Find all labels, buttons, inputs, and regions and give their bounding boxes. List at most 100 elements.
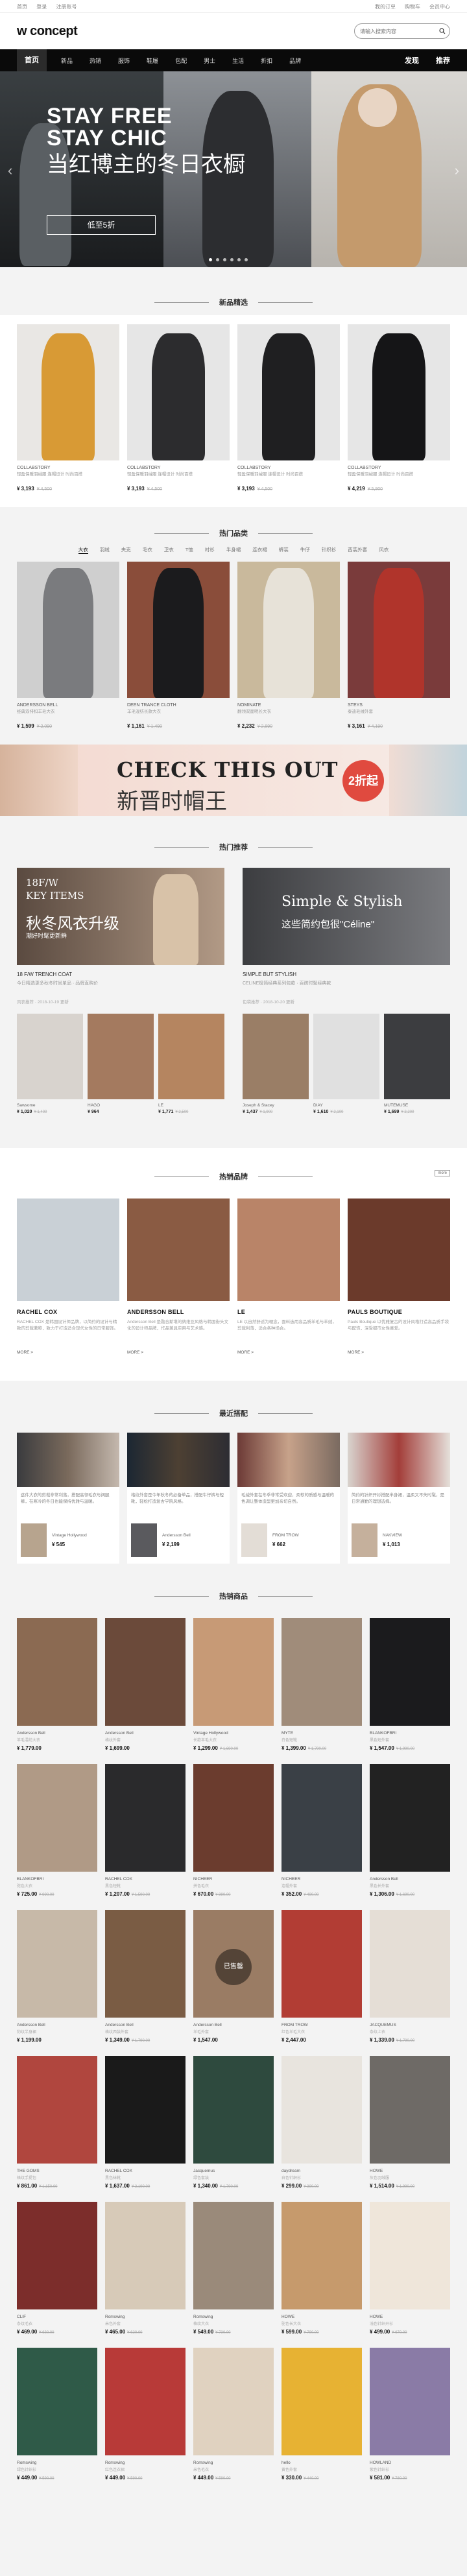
carousel-dot[interactable]: [223, 258, 226, 261]
cart-link[interactable]: 购物车: [405, 3, 420, 10]
product-image[interactable]: [105, 2056, 186, 2164]
mini-product[interactable]: MUTEMUSE ¥ 1,699 ¥ 2,200: [384, 1014, 450, 1114]
mini-product[interactable]: HAGO ¥ 964: [88, 1014, 154, 1114]
mini-product[interactable]: LE ¥ 1,771 ¥ 2,500: [158, 1014, 224, 1114]
product-card[interactable]: Jacquemus 绿色套装 ¥ 1,340.00 ¥ 1,790.00: [193, 2056, 274, 2189]
tab-category[interactable]: 夹克: [121, 546, 131, 554]
hero-carousel[interactable]: STAY FREE STAY CHIC 当红博主的冬日衣橱 低至5折 ‹ ›: [0, 71, 467, 267]
product-card[interactable]: Romswing 红色连衣裙 ¥ 449.00 ¥ 590.00: [105, 2348, 186, 2481]
product-image[interactable]: [193, 1764, 274, 1872]
brand-card[interactable]: ANDERSSON BELL Andersson Bell 是融合斯堪的纳维亚风格…: [127, 1199, 230, 1355]
product-card[interactable]: DEEN TRANCE CLOTH 羊毛混纺长款大衣 ¥ 1,161 ¥ 1,49…: [127, 562, 230, 729]
brand-card[interactable]: PAULS BOUTIQUE Pauls Boutique 以优雅复古的设计风格打…: [348, 1199, 450, 1355]
product-image[interactable]: [193, 1618, 274, 1726]
nav-home[interactable]: 首页: [17, 49, 47, 71]
product-card[interactable]: Andersson Bell 黑色长外套 ¥ 1,306.00 ¥ 1,690.00: [370, 1764, 450, 1897]
search-icon[interactable]: [439, 28, 446, 34]
product-image[interactable]: [193, 2202, 274, 2309]
product-image[interactable]: [105, 1910, 186, 2018]
product-image[interactable]: [105, 2202, 186, 2309]
login-link[interactable]: 登录: [36, 4, 47, 10]
nav-life[interactable]: 生活: [232, 56, 244, 65]
nav-recommend[interactable]: 推荐: [436, 55, 450, 66]
tab-category[interactable]: 卫衣: [164, 546, 174, 554]
blog-card[interactable]: 这件大衣的剪裁非常利落，搭配高领毛衣与阔腿裤，在寒冷的冬日也能保持优雅与温暖。 V…: [17, 1433, 119, 1564]
product-image[interactable]: [281, 2202, 362, 2309]
blog-card[interactable]: 毛绒外套在冬季非常受欢迎，柔软的质感与温暖的色调让整体造型更加亲切自然。 FROM…: [237, 1433, 340, 1564]
nav-sale[interactable]: 折扣: [261, 56, 272, 65]
tab-category[interactable]: 连衣裙: [252, 546, 267, 554]
product-card[interactable]: Vintage Hollywood 长款羊毛大衣 ¥ 1,299.00 ¥ 1,690…: [193, 1618, 274, 1751]
product-card[interactable]: MYTE 白色短靴 ¥ 1,399.00 ¥ 1,790.00: [281, 1618, 362, 1751]
tab-category[interactable]: 羽绒: [100, 546, 110, 554]
carousel-dot[interactable]: [237, 258, 241, 261]
nav-shoes[interactable]: 鞋履: [147, 56, 158, 65]
nav-new[interactable]: 新品: [61, 56, 73, 65]
product-image[interactable]: 已售罄: [193, 1910, 274, 2018]
product-image[interactable]: [17, 2056, 97, 2164]
nav-men[interactable]: 男士: [204, 56, 215, 65]
search-input[interactable]: [360, 28, 439, 34]
product-card[interactable]: COLLABSTORY 轻盈保暖羽绒服 连帽设计 时尚百搭 ¥ 4,219 ¥ 5…: [348, 324, 450, 492]
product-card[interactable]: JACQUEMUS 条纹上衣 ¥ 1,339.00 ¥ 1,790.00: [370, 1910, 450, 2043]
product-image[interactable]: [281, 1910, 362, 2018]
product-image[interactable]: [17, 324, 119, 460]
brands-more-button[interactable]: more: [435, 1170, 450, 1176]
next-arrow-icon[interactable]: ›: [455, 162, 459, 179]
product-card[interactable]: Andersson Bell 格纹外套 ¥ 1,699.00: [105, 1618, 186, 1751]
product-card[interactable]: CLIF 条纹毛衣 ¥ 469.00 ¥ 630.00: [17, 2202, 97, 2335]
search-box[interactable]: [354, 23, 450, 39]
product-image[interactable]: [17, 1618, 97, 1726]
product-image[interactable]: [281, 1618, 362, 1726]
home-link[interactable]: 首页: [17, 4, 27, 10]
product-card[interactable]: Romswing 格纹大衣 ¥ 549.00 ¥ 730.00: [193, 2202, 274, 2335]
product-card[interactable]: BLANKOFBRI 黑色短外套 ¥ 1,547.00 ¥ 1,990.00: [370, 1618, 450, 1751]
product-image[interactable]: [105, 1764, 186, 1872]
product-image[interactable]: [370, 1910, 450, 2018]
tab-category[interactable]: 大衣: [78, 546, 88, 554]
carousel-dot[interactable]: [245, 258, 248, 261]
product-image[interactable]: [237, 324, 340, 460]
product-card[interactable]: Andersson Bell 格纹西装外套 ¥ 1,349.00 ¥ 1,790.00: [105, 1910, 186, 2043]
product-image[interactable]: [370, 2056, 450, 2164]
product-image[interactable]: [281, 1764, 362, 1872]
product-image[interactable]: [281, 2056, 362, 2164]
product-image[interactable]: [17, 2202, 97, 2309]
tab-category[interactable]: 针织衫: [322, 546, 337, 554]
tab-category[interactable]: T恤: [186, 546, 193, 554]
hero-cta-button[interactable]: 低至5折: [47, 215, 156, 235]
recommend-image[interactable]: Simple & Stylish 这些简约包很"Céline": [243, 868, 450, 965]
product-card[interactable]: hello 黄色外套 ¥ 330.00 ¥ 440.00: [281, 2348, 362, 2481]
product-image[interactable]: [17, 1910, 97, 2018]
mini-product[interactable]: DIAY ¥ 1,610 ¥ 2,100: [313, 1014, 379, 1114]
product-image[interactable]: [348, 324, 450, 460]
orders-link[interactable]: 我的订单: [375, 3, 396, 10]
blog-card[interactable]: 简约的针织开衫搭配半身裙，温柔又不失时髦，是日常通勤的理想选择。 NAKVIEW ¥…: [348, 1433, 450, 1564]
tab-category[interactable]: 西装外套: [348, 546, 367, 554]
product-card[interactable]: daydream 白色针织衫 ¥ 299.00 ¥ 390.00: [281, 2056, 362, 2189]
product-image[interactable]: [370, 2348, 450, 2455]
tab-category[interactable]: 毛衣: [143, 546, 152, 554]
product-card[interactable]: RACHEL COX 黑色短靴 ¥ 1,207.00 ¥ 1,590.00: [105, 1764, 186, 1897]
product-card[interactable]: HOWLAND 紫色针织衫 ¥ 581.00 ¥ 780.00: [370, 2348, 450, 2481]
product-card[interactable]: COLLABSTORY 轻盈保暖羽绒服 连帽设计 时尚百搭 ¥ 3,193 ¥ 4…: [237, 324, 340, 492]
tab-category[interactable]: 裤装: [279, 546, 289, 554]
product-card[interactable]: 已售罄 Andersson Bell 羊毛外套 ¥ 1,547.00: [193, 1910, 274, 2043]
product-card[interactable]: THE GOMS 格纹手提包 ¥ 861.00 ¥ 1,150.00: [17, 2056, 97, 2189]
product-image[interactable]: [17, 2348, 97, 2455]
product-image[interactable]: [193, 2056, 274, 2164]
recommend-card[interactable]: 18F/W KEY ITEMS 秋冬风衣升级 潮好时髦更新鲜 18 F/W TR…: [17, 868, 224, 1114]
recommend-image[interactable]: 18F/W KEY ITEMS 秋冬风衣升级 潮好时髦更新鲜: [17, 868, 224, 965]
product-card[interactable]: Romswing 米色外套 ¥ 465.00 ¥ 620.00: [105, 2202, 186, 2335]
product-card[interactable]: STEYS 泰迪毛绒外套 ¥ 3,161 ¥ 4,190: [348, 562, 450, 729]
register-link[interactable]: 注册账号: [56, 4, 77, 10]
member-link[interactable]: 会员中心: [429, 3, 450, 10]
product-card[interactable]: FROM TROW 红色羊毛大衣 ¥ 2,447.00: [281, 1910, 362, 2043]
product-card[interactable]: HOWE 浅色针织开衫 ¥ 499.00 ¥ 670.00: [370, 2202, 450, 2335]
logo[interactable]: w concept: [17, 24, 78, 39]
tab-category[interactable]: 半身裙: [226, 546, 241, 554]
carousel-dot[interactable]: [230, 258, 234, 261]
brand-card[interactable]: LE LE 以自然舒适为理念，面料选用高品质羊毛与羊绒，剪裁利落，适合各种场合。 M…: [237, 1199, 340, 1355]
product-card[interactable]: Andersson Bell 豹纹半身裙 ¥ 1,199.00: [17, 1910, 97, 2043]
nav-bags[interactable]: 包配: [175, 56, 187, 65]
